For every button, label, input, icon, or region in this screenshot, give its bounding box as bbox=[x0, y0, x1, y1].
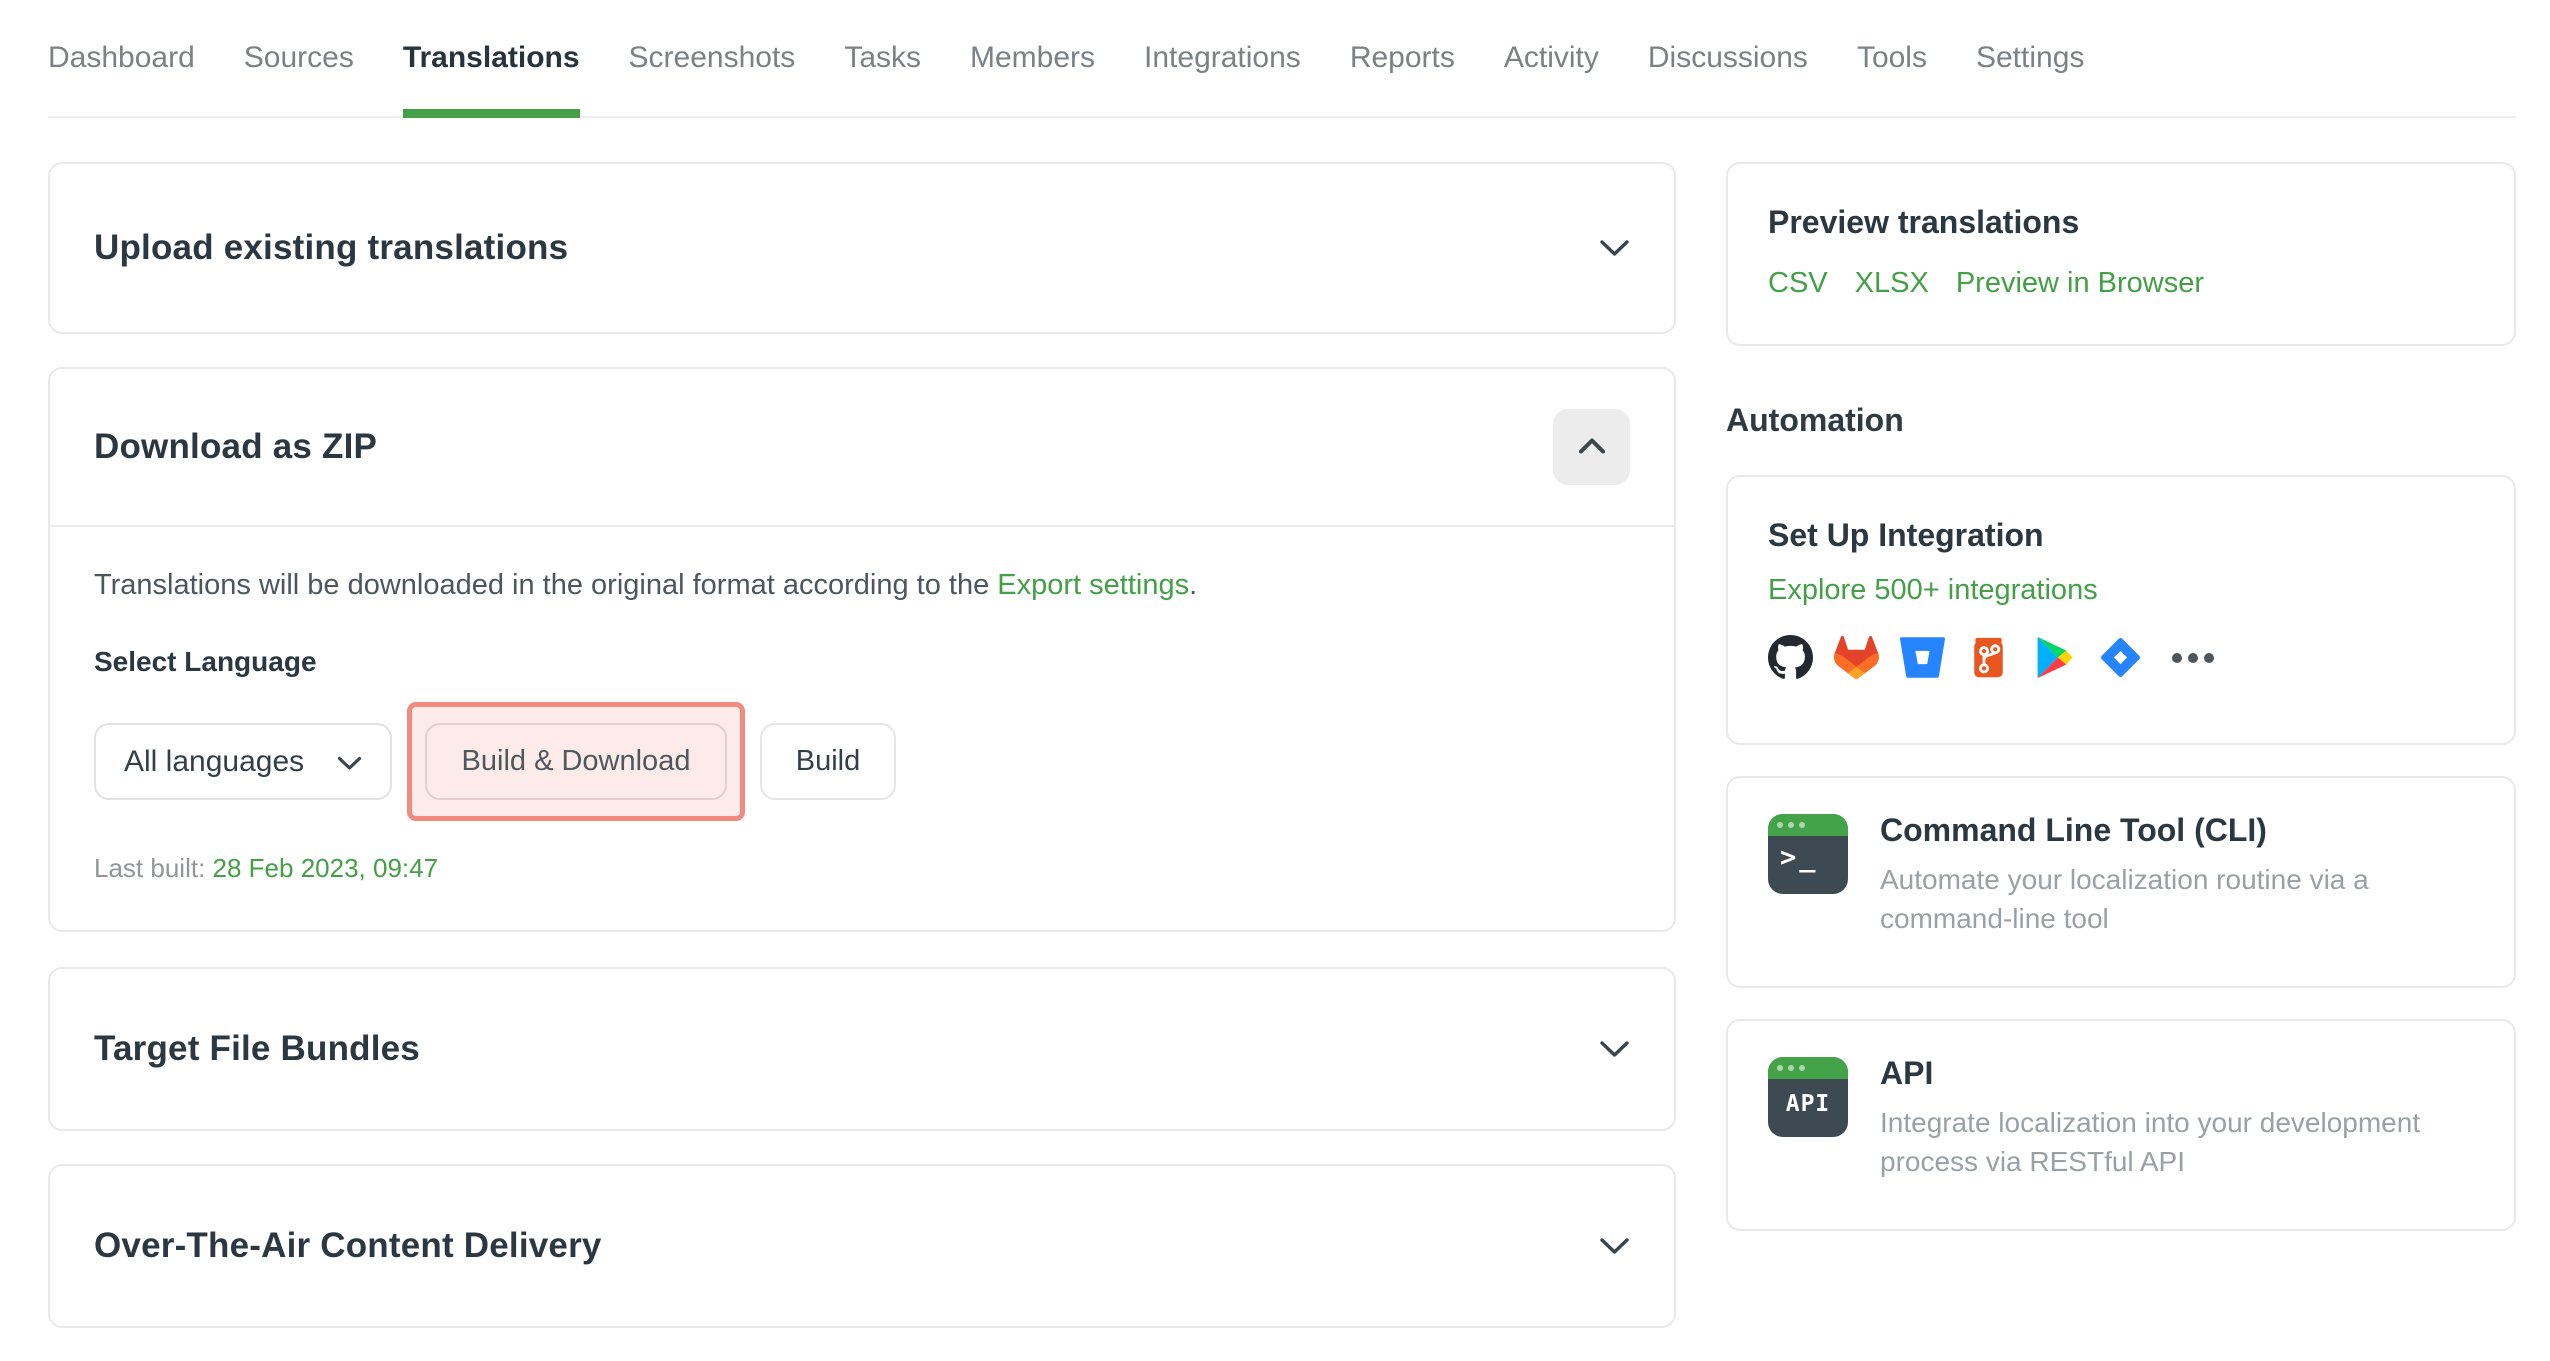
tab-activity[interactable]: Activity bbox=[1504, 0, 1599, 116]
target-file-bundles-panel[interactable]: Target File Bundles bbox=[48, 967, 1676, 1131]
tab-translations[interactable]: Translations bbox=[402, 0, 580, 118]
preview-csv-link[interactable]: CSV bbox=[1768, 267, 1828, 300]
tab-tasks[interactable]: Tasks bbox=[844, 0, 921, 116]
collapse-panel-button[interactable] bbox=[1553, 409, 1630, 485]
download-description: Translations will be downloaded in the o… bbox=[94, 569, 1630, 602]
export-settings-link[interactable]: Export settings bbox=[997, 569, 1189, 601]
build-button[interactable]: Build bbox=[760, 723, 896, 800]
cli-title: Command Line Tool (CLI) bbox=[1880, 812, 2267, 848]
select-language-label: Select Language bbox=[94, 646, 317, 677]
tab-sources[interactable]: Sources bbox=[244, 0, 354, 116]
panel-title: Upload existing translations bbox=[94, 228, 569, 267]
tab-discussions[interactable]: Discussions bbox=[1648, 0, 1808, 116]
explore-integrations-link[interactable]: Explore 500+ integrations bbox=[1768, 574, 2098, 607]
tab-tools[interactable]: Tools bbox=[1857, 0, 1927, 116]
github-icon[interactable] bbox=[1768, 635, 1813, 680]
panel-title: Over-The-Air Content Delivery bbox=[94, 1226, 602, 1265]
set-up-integration-card: Set Up Integration Explore 500+ integrat… bbox=[1726, 475, 2516, 745]
cli-card[interactable]: >_ Command Line Tool (CLI) Automate your… bbox=[1726, 776, 2516, 988]
automation-heading: Automation bbox=[1726, 402, 1904, 438]
terminal-icon: >_ bbox=[1768, 814, 1848, 894]
api-icon-glyph: API bbox=[1785, 1091, 1831, 1117]
gitlab-icon[interactable] bbox=[1834, 635, 1879, 680]
description-period: . bbox=[1189, 569, 1198, 601]
download-panel-header: Download as ZIP bbox=[50, 369, 1674, 527]
panel-title: Download as ZIP bbox=[94, 427, 378, 466]
chevron-up-icon bbox=[1578, 437, 1606, 458]
last-built-status: Last built: 28 Feb 2023, 09:47 bbox=[94, 853, 1630, 884]
git-branch-icon[interactable] bbox=[1966, 635, 2011, 680]
preview-in-browser-link[interactable]: Preview in Browser bbox=[1956, 267, 2204, 300]
upload-existing-translations-panel[interactable]: Upload existing translations bbox=[48, 162, 1676, 334]
chevron-down-icon bbox=[337, 745, 362, 779]
tab-dashboard[interactable]: Dashboard bbox=[48, 0, 195, 116]
integration-icons bbox=[1768, 635, 2474, 680]
description-text: Translations will be downloaded in the o… bbox=[94, 569, 998, 601]
preview-translations-title: Preview translations bbox=[1768, 204, 2080, 240]
tab-settings[interactable]: Settings bbox=[1976, 0, 2084, 116]
last-built-value: 28 Feb 2023, 09:47 bbox=[212, 853, 439, 883]
tab-members[interactable]: Members bbox=[970, 0, 1095, 116]
terminal-icon-glyph: >_ bbox=[1780, 842, 1819, 873]
over-the-air-content-delivery-panel[interactable]: Over-The-Air Content Delivery bbox=[48, 1164, 1676, 1328]
last-built-label: Last built: bbox=[94, 853, 206, 883]
language-select-value: All languages bbox=[124, 744, 305, 778]
highlight-annotation: Build & Download bbox=[407, 702, 745, 821]
chevron-down-icon bbox=[1599, 239, 1630, 258]
chevron-down-icon bbox=[1599, 1040, 1630, 1059]
set-up-integration-title: Set Up Integration bbox=[1768, 517, 2044, 553]
api-icon: API bbox=[1768, 1057, 1848, 1137]
project-tabs: Dashboard Sources Translations Screensho… bbox=[48, 0, 2516, 118]
preview-translations-card: Preview translations CSV XLSX Preview in… bbox=[1726, 162, 2516, 346]
tab-reports[interactable]: Reports bbox=[1350, 0, 1455, 116]
build-and-download-button[interactable]: Build & Download bbox=[425, 723, 727, 800]
api-description: Integrate localization into your develop… bbox=[1880, 1107, 2421, 1177]
preview-xlsx-link[interactable]: XLSX bbox=[1855, 267, 1929, 300]
more-icon[interactable] bbox=[2172, 652, 2214, 663]
tab-screenshots[interactable]: Screenshots bbox=[629, 0, 796, 116]
jira-icon[interactable] bbox=[2098, 635, 2143, 680]
google-play-icon[interactable] bbox=[2032, 635, 2077, 680]
language-select[interactable]: All languages bbox=[94, 723, 392, 800]
bitbucket-icon[interactable] bbox=[1900, 635, 1945, 680]
chevron-down-icon bbox=[1599, 1237, 1630, 1256]
panel-title: Target File Bundles bbox=[94, 1029, 420, 1068]
tab-integrations[interactable]: Integrations bbox=[1144, 0, 1301, 116]
api-title: API bbox=[1880, 1055, 1934, 1091]
api-card[interactable]: API API Integrate localization into your… bbox=[1726, 1019, 2516, 1231]
download-as-zip-panel: Download as ZIP Translations will be dow… bbox=[48, 367, 1676, 932]
cli-description: Automate your localization routine via a… bbox=[1880, 864, 2369, 934]
